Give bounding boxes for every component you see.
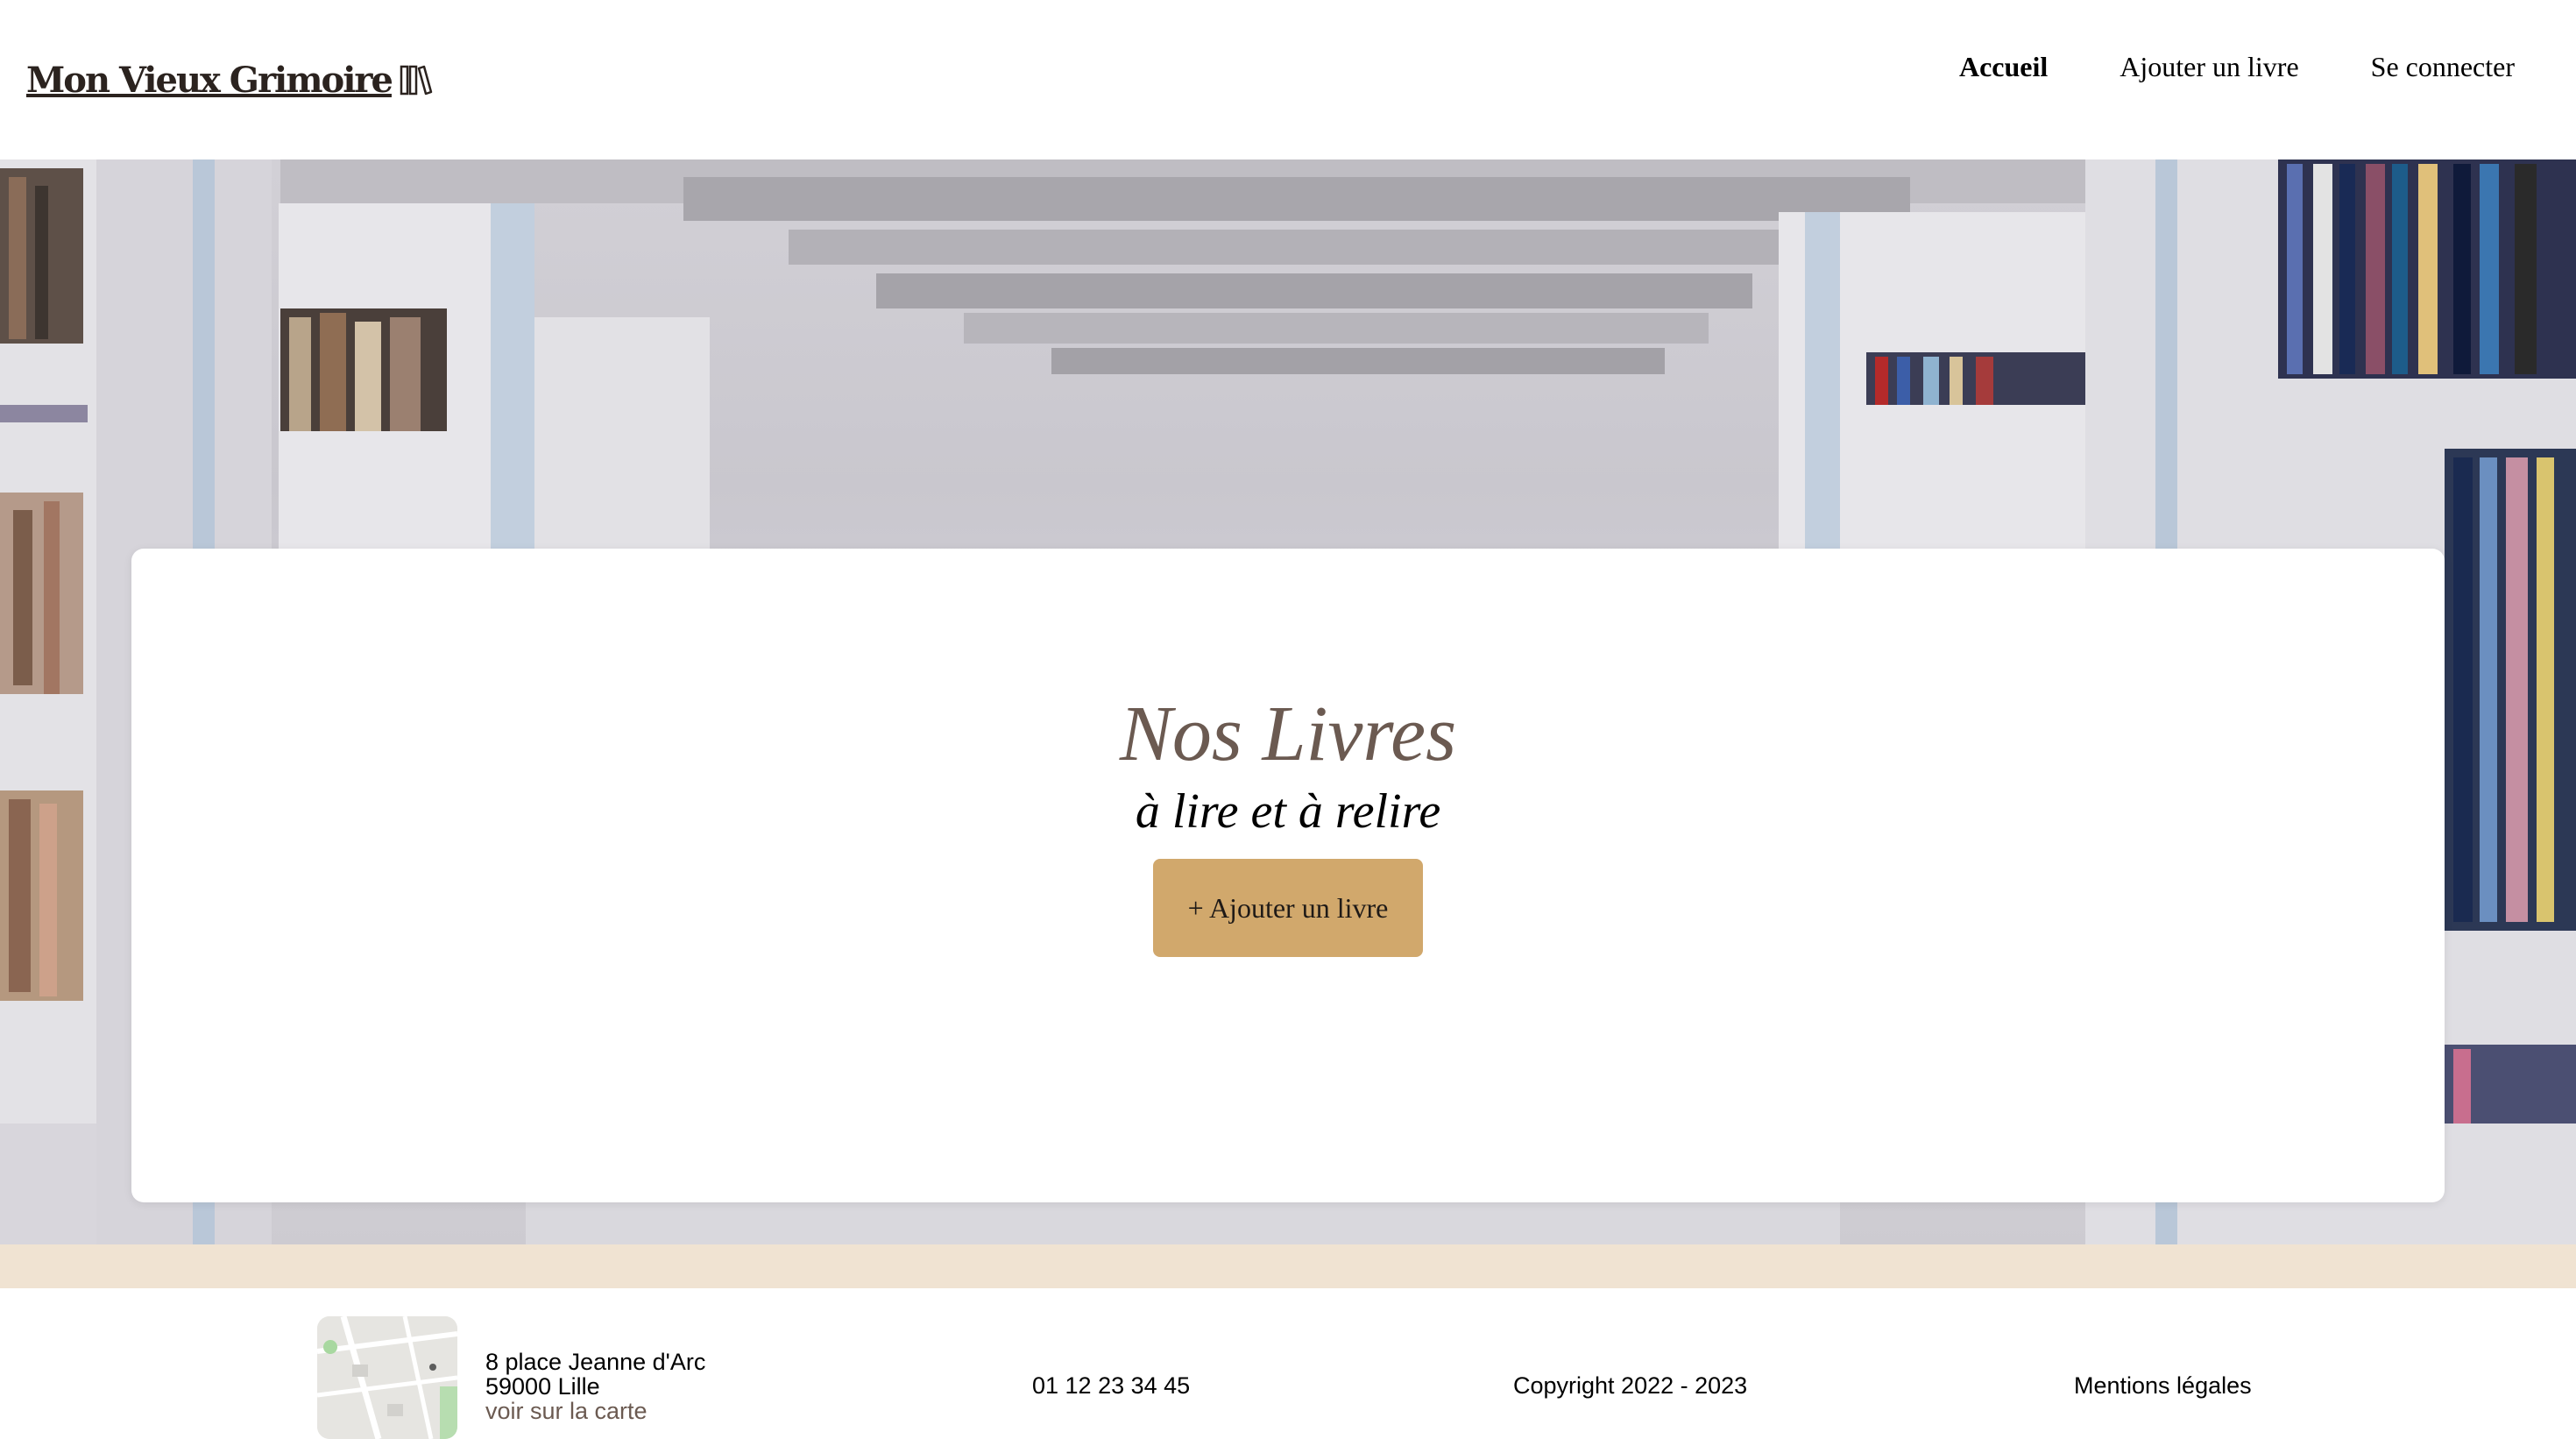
nav-login[interactable]: Se connecter <box>2371 51 2515 83</box>
page-title: Nos Livres <box>1119 691 1457 777</box>
address-line-2: 59000 Lille <box>485 1373 600 1400</box>
copyright-text: Copyright 2022 - 2023 <box>1513 1372 1748 1399</box>
map-icon <box>317 1316 457 1439</box>
logo[interactable]: Mon Vieux Grimoire <box>26 49 434 110</box>
footer-divider-band <box>0 1244 2576 1288</box>
address-block: 8 place Jeanne d'Arc 59000 Lille voir su… <box>485 1350 705 1423</box>
address-line-1: 8 place Jeanne d'Arc <box>485 1349 706 1375</box>
hero-section: Nos Livres à lire et à relire + Ajouter … <box>0 159 2576 1244</box>
nav-add-book[interactable]: Ajouter un livre <box>2120 51 2298 83</box>
nav-home[interactable]: Accueil <box>1959 51 2048 83</box>
add-book-button[interactable]: + Ajouter un livre <box>1153 859 1423 957</box>
legal-notice-link[interactable]: Mentions légales <box>2074 1372 2252 1400</box>
site-footer: 8 place Jeanne d'Arc 59000 Lille voir su… <box>0 1288 2576 1439</box>
logo-text: Mon Vieux Grimoire <box>26 59 393 101</box>
main-nav: Accueil Ajouter un livre Se connecter <box>1959 51 2515 83</box>
map-link[interactable]: voir sur la carte <box>485 1398 648 1424</box>
map-thumbnail[interactable] <box>317 1316 457 1439</box>
site-header: Mon Vieux Grimoire Accueil Ajouter un li… <box>0 0 2576 159</box>
hero-card: Nos Livres à lire et à relire + Ajouter … <box>131 549 2445 1202</box>
phone-number: 01 12 23 34 45 <box>1032 1372 1191 1399</box>
page-subtitle: à lire et à relire <box>1135 784 1441 839</box>
books-icon <box>400 65 433 96</box>
